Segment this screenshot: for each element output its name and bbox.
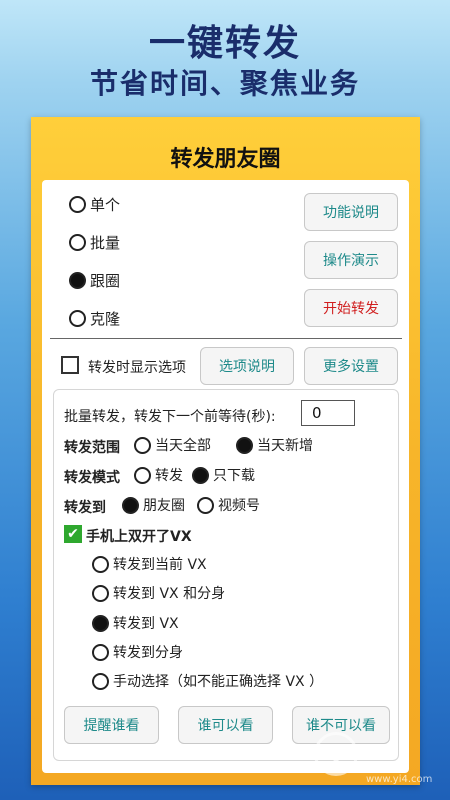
radio-dot	[69, 310, 86, 327]
radio-label: 当天全部	[155, 438, 211, 454]
batch-wait-input[interactable]: 0	[301, 400, 355, 426]
radio-label: 转发	[155, 468, 183, 484]
radio-dot-selected	[236, 436, 253, 454]
forward-options-box: 批量转发，转发下一个前等待(秒): 0 转发范围 当天全部 当天新增 转发模式 …	[53, 389, 399, 761]
batch-wait-label: 批量转发，转发下一个前等待(秒):	[64, 409, 276, 425]
hero-subtitle: 节省时间、聚焦业务	[89, 67, 360, 100]
radio-label: 视频号	[218, 498, 260, 514]
radio-clone[interactable]: 克隆	[69, 308, 120, 329]
radio-dot-selected	[192, 466, 209, 484]
radio-label: 转发到当前 VX	[113, 557, 207, 573]
radio-range-new[interactable]: 当天新增	[236, 435, 313, 455]
radio-dual-current[interactable]: 转发到当前 VX	[92, 554, 207, 574]
remind-who-button[interactable]: 提醒谁看	[64, 706, 159, 744]
radio-label: 转发到 VX 和分身	[113, 586, 226, 602]
dual-vx-label: 手机上双开了VX	[86, 529, 192, 545]
watermark-logo-icon: ↓	[314, 732, 358, 776]
radio-dot-selected	[69, 272, 86, 289]
radio-dot	[69, 196, 86, 213]
radio-dot	[197, 496, 214, 514]
show-options-checkbox[interactable]	[61, 356, 79, 374]
radio-label: 当天新增	[257, 438, 313, 454]
radio-range-all[interactable]: 当天全部	[134, 435, 211, 455]
divider	[50, 338, 402, 339]
radio-label: 克隆	[90, 310, 121, 328]
range-label: 转发范围	[64, 440, 120, 456]
radio-dot	[134, 466, 151, 484]
radio-dot	[92, 643, 109, 661]
more-settings-button[interactable]: 更多设置	[304, 347, 398, 385]
option-help-button[interactable]: 选项说明	[200, 347, 294, 385]
target-label: 转发到	[64, 500, 106, 516]
radio-target-moments[interactable]: 朋友圈	[122, 495, 185, 515]
radio-label: 单个	[90, 196, 121, 214]
radio-dot-selected	[122, 496, 139, 514]
radio-mode-forward[interactable]: 转发	[134, 465, 183, 485]
radio-label: 转发到 VX	[113, 616, 179, 632]
radio-label: 手动选择（如不能正确选择 VX ）	[113, 674, 324, 690]
radio-dot	[134, 436, 151, 454]
help-button[interactable]: 功能说明	[304, 193, 398, 231]
radio-follow[interactable]: 跟圈	[69, 270, 120, 291]
radio-dot	[92, 555, 109, 573]
radio-dual-both[interactable]: 转发到 VX 和分身	[92, 583, 225, 603]
demo-button[interactable]: 操作演示	[304, 241, 398, 279]
radio-dual-manual[interactable]: 手动选择（如不能正确选择 VX ）	[92, 671, 323, 691]
radio-label: 只下载	[213, 468, 255, 484]
radio-dot	[92, 672, 109, 690]
who-can-see-button[interactable]: 谁可以看	[178, 706, 273, 744]
radio-single[interactable]: 单个	[69, 194, 120, 215]
app-title: 转发朋友圈	[170, 147, 281, 172]
radio-dot	[69, 234, 86, 251]
watermark-url: www.yi4.com	[366, 774, 433, 785]
dual-vx-checkbox[interactable]: ✔	[64, 525, 82, 543]
mode-label: 转发模式	[64, 470, 120, 486]
radio-dot	[92, 584, 109, 602]
radio-batch[interactable]: 批量	[69, 232, 120, 253]
app-frame: 转发朋友圈 单个 批量 跟圈 克隆 功能说明 操作演示 开始转发 转发时显示选项…	[31, 117, 420, 785]
radio-label: 跟圈	[90, 272, 121, 290]
show-options-label: 转发时显示选项	[88, 360, 186, 376]
radio-label: 转发到分身	[113, 645, 183, 661]
radio-label: 批量	[90, 234, 121, 252]
radio-mode-download[interactable]: 只下载	[192, 465, 255, 485]
watermark: ↓ www.yi4.com	[314, 730, 444, 794]
start-forward-button[interactable]: 开始转发	[304, 289, 398, 327]
radio-dual-vx[interactable]: 转发到 VX	[92, 613, 179, 633]
radio-target-channels[interactable]: 视频号	[197, 495, 260, 515]
radio-label: 朋友圈	[143, 498, 185, 514]
hero-title: 一键转发	[148, 23, 301, 64]
radio-dual-clone[interactable]: 转发到分身	[92, 642, 183, 662]
radio-dot-selected	[92, 614, 109, 632]
